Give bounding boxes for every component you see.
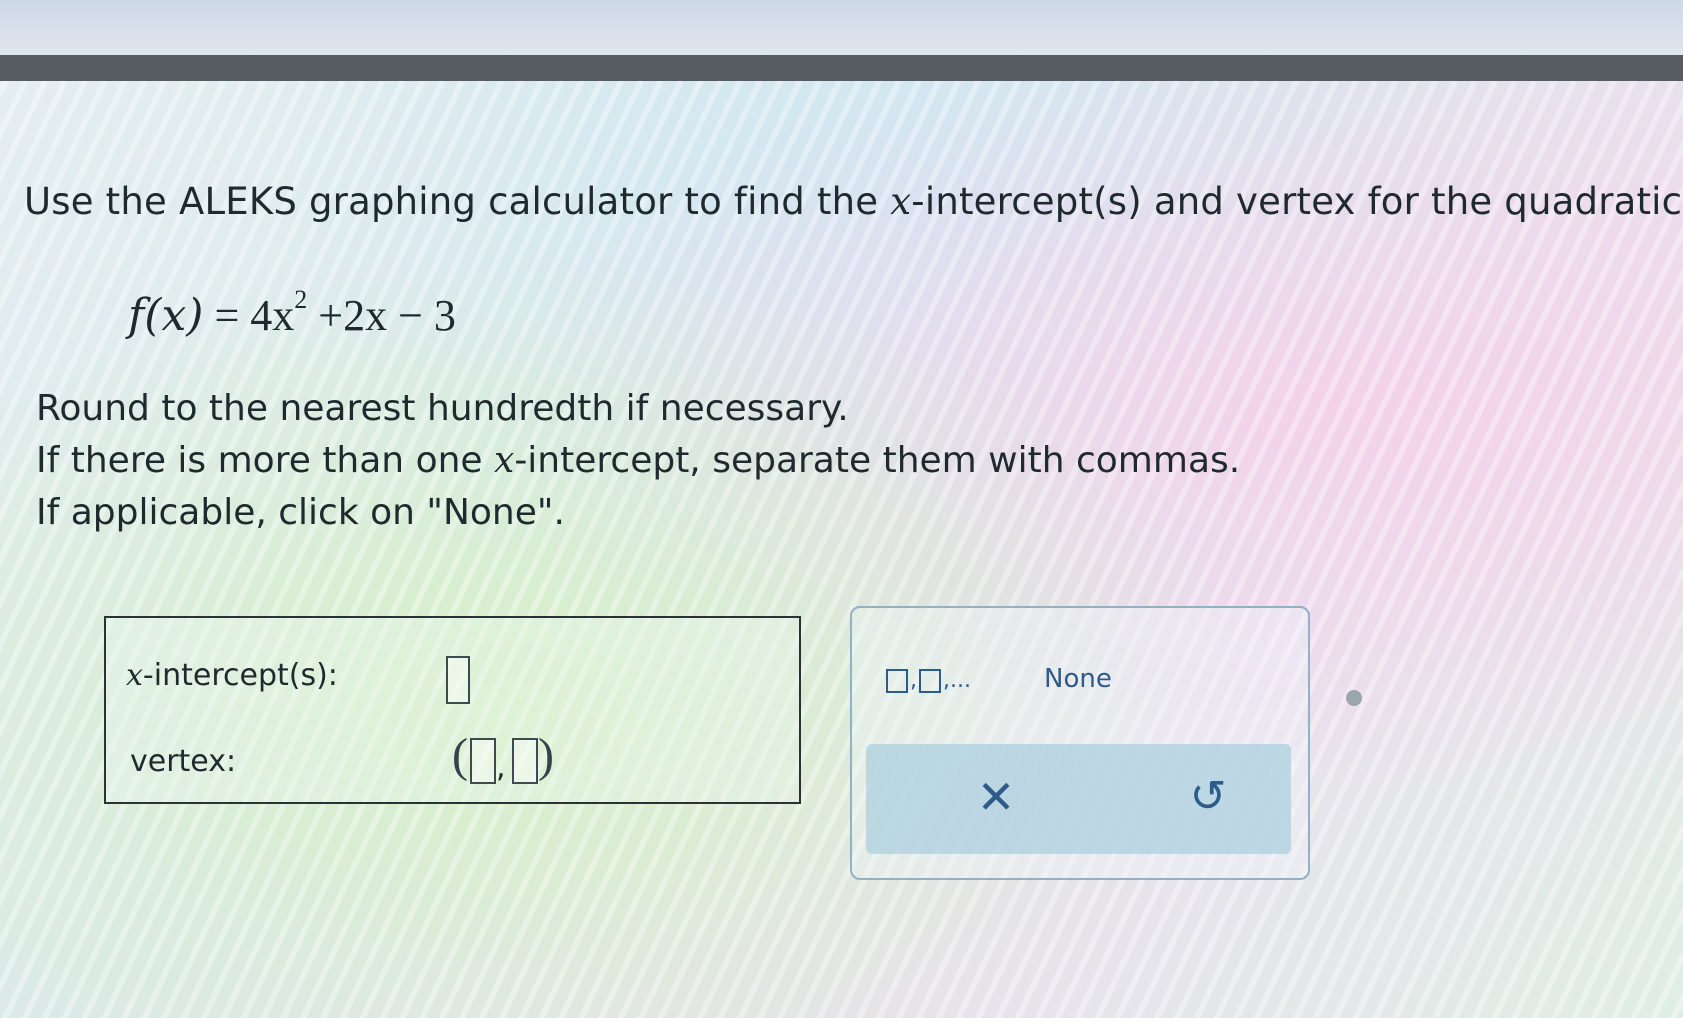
list-pattern-button[interactable]: ,,... xyxy=(886,668,971,693)
x-intercept-label-text: -intercept(s): xyxy=(142,658,338,693)
list-box-icon xyxy=(919,669,941,693)
equation-exponent: 2 xyxy=(294,285,308,315)
instruction-commas-suffix: -intercept, separate them with commas. xyxy=(514,440,1241,481)
none-button[interactable]: None xyxy=(1044,664,1112,694)
question-var: x xyxy=(890,180,912,223)
instruction-none: If applicable, click on "None". xyxy=(36,492,565,533)
header-bar xyxy=(0,55,1683,81)
undo-icon[interactable]: ↺ xyxy=(1178,764,1238,830)
input-tools-panel: ,,... None ✕ ↺ xyxy=(850,606,1310,880)
vertex-open-paren: ( xyxy=(452,729,468,782)
vertex-label: vertex: xyxy=(130,744,237,779)
equation-lhs: f(x) xyxy=(128,290,204,341)
action-bar: ✕ ↺ xyxy=(866,744,1291,854)
instruction-commas-var: x xyxy=(494,440,515,481)
vertex-y-input[interactable] xyxy=(512,738,538,784)
vertex-comma: , xyxy=(496,750,506,785)
instruction-commas: If there is more than one x-intercept, s… xyxy=(36,440,1240,481)
vertex-x-input[interactable] xyxy=(470,738,496,784)
instruction-commas-prefix: If there is more than one xyxy=(36,440,494,481)
equation-rest: +2x − 3 xyxy=(307,291,456,340)
vertex-close-paren: ) xyxy=(538,729,554,782)
equation-eq: = 4x xyxy=(203,291,295,340)
list-pattern-suffix: ,... xyxy=(943,668,971,693)
answer-panel: x-intercept(s): vertex: ( , ) xyxy=(104,616,801,804)
browser-top-strip xyxy=(0,0,1683,55)
help-dot-icon xyxy=(1346,690,1362,706)
instruction-round: Round to the nearest hundredth if necess… xyxy=(36,388,849,429)
question-suffix: -intercept(s) and vertex for the quadrat… xyxy=(911,180,1683,223)
x-intercept-var: x xyxy=(126,658,143,693)
function-equation: f(x) = 4x2 +2x − 3 xyxy=(128,285,456,341)
clear-icon[interactable]: ✕ xyxy=(966,764,1026,830)
list-box-icon xyxy=(886,669,908,693)
question-text: Use the ALEKS graphing calculator to fin… xyxy=(24,180,1683,223)
list-pattern-comma: , xyxy=(910,668,917,693)
x-intercept-label: x-intercept(s): xyxy=(126,658,338,693)
x-intercept-input[interactable] xyxy=(446,656,470,704)
question-prefix: Use the ALEKS graphing calculator to fin… xyxy=(24,180,891,223)
